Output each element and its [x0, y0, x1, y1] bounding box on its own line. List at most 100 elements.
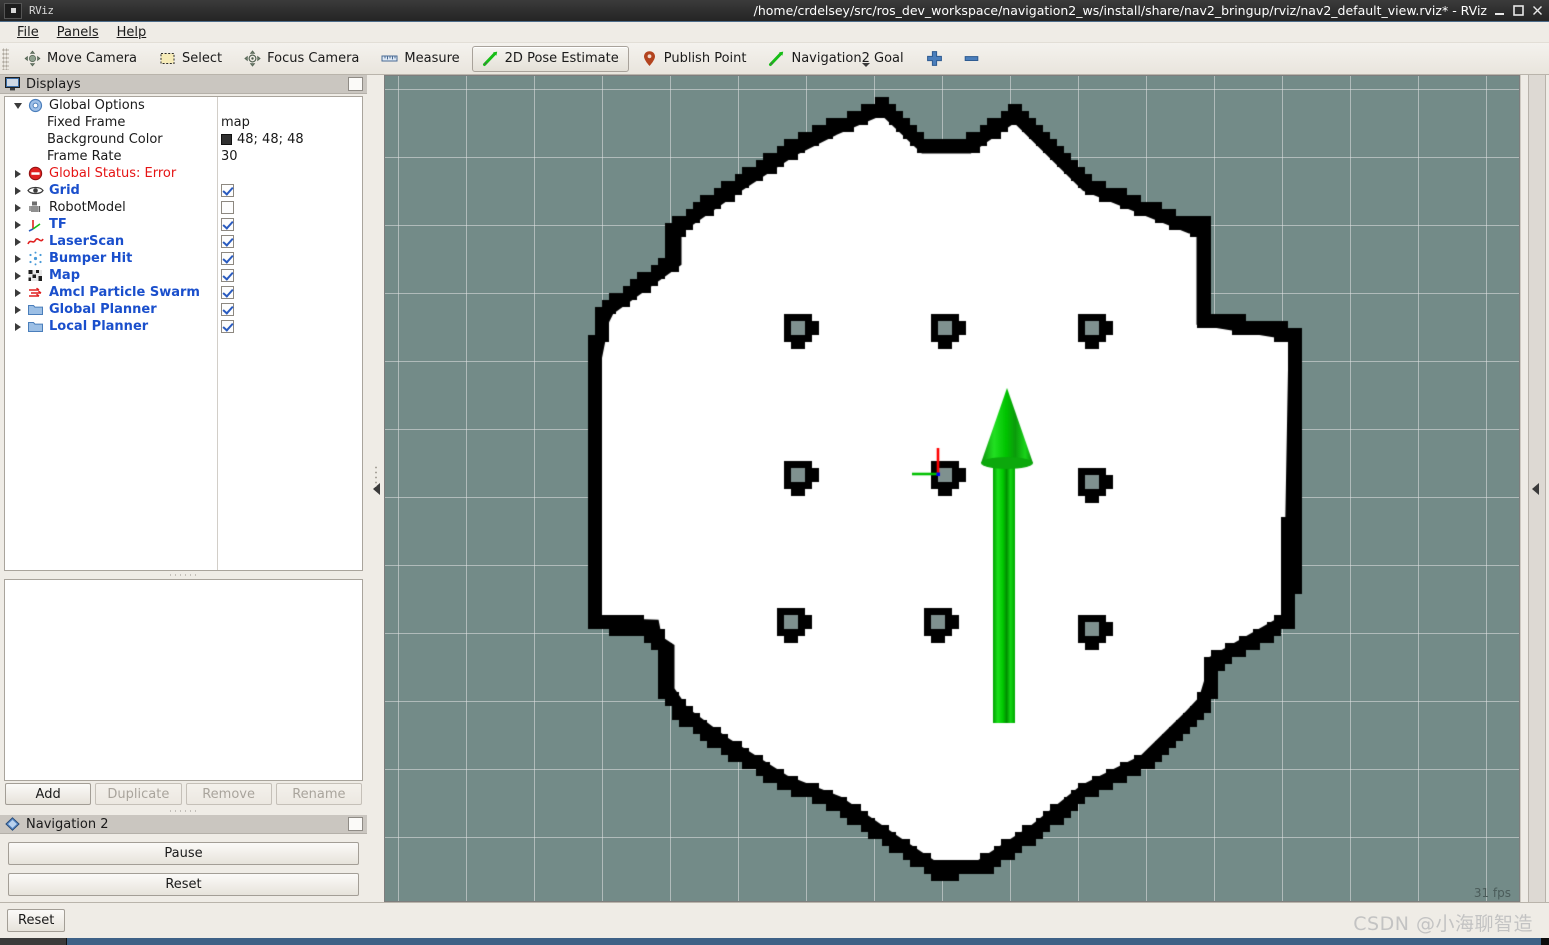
- tool-2d-pose-estimate[interactable]: 2D Pose Estimate: [471, 45, 629, 72]
- tree-row-map[interactable]: Map: [5, 267, 362, 284]
- tree-row-grid[interactable]: Grid: [5, 182, 362, 199]
- tree-label-global-status: Global Status: Error: [49, 166, 177, 181]
- particles-icon: [29, 287, 42, 297]
- remove-button[interactable]: Remove: [185, 783, 272, 805]
- navigation2-panel-close-button[interactable]: [348, 817, 363, 831]
- tree-label-local-planner: Local Planner: [49, 319, 149, 334]
- minimize-icon[interactable]: [1490, 1, 1509, 20]
- menu-help-label: Help: [116, 24, 147, 40]
- twisty-collapsed-icon[interactable]: [11, 170, 24, 178]
- checkbox-bumper-hit[interactable]: [221, 252, 234, 265]
- tool-select[interactable]: Select: [149, 46, 232, 72]
- tree-label-global-options: Global Options: [49, 98, 145, 113]
- checkbox-laserscan[interactable]: [221, 235, 234, 248]
- twisty-collapsed-icon[interactable]: [11, 289, 24, 297]
- duplicate-button[interactable]: Duplicate: [95, 783, 182, 805]
- menu-panels[interactable]: Panels: [48, 24, 108, 41]
- tool-measure[interactable]: Measure: [371, 46, 469, 72]
- tool-navigation2-goal[interactable]: Navigation2 Goal: [758, 46, 913, 72]
- left-dock-collapse-handle[interactable]: [368, 75, 384, 902]
- display-description-box: [4, 579, 363, 781]
- twisty-collapsed-icon[interactable]: [11, 221, 24, 229]
- toolbar-grip[interactable]: [2, 47, 9, 70]
- displays-panel-title: Displays: [26, 76, 81, 92]
- tool-move-camera[interactable]: Move Camera: [14, 46, 147, 72]
- minus-icon[interactable]: [962, 49, 981, 68]
- dock-splitter-handle[interactable]: [0, 806, 367, 815]
- tool-bar: Move Camera Select Focus Camera Measure …: [0, 43, 1549, 75]
- tree-row-global-status[interactable]: Global Status: Error: [5, 165, 362, 182]
- select-icon: [160, 53, 175, 64]
- collapse-left-arrow-icon[interactable]: [1531, 482, 1539, 495]
- menu-file-label: File: [17, 24, 39, 40]
- displays-panel-close-button[interactable]: [348, 77, 363, 91]
- tree-label-laserscan: LaserScan: [49, 234, 125, 249]
- checkbox-grid[interactable]: [221, 184, 234, 197]
- menu-help[interactable]: Help: [108, 24, 156, 41]
- navigation2-panel-body: Pause Reset: [0, 834, 367, 902]
- twisty-collapsed-icon[interactable]: [11, 306, 24, 314]
- plus-icon[interactable]: [925, 49, 944, 68]
- tree-row-global-planner[interactable]: Global Planner: [5, 301, 362, 318]
- splitter-dots-icon: [374, 464, 377, 487]
- tree-row-background-color[interactable]: Background Color 48; 48; 48: [5, 131, 362, 148]
- tool-focus-camera[interactable]: Focus Camera: [234, 46, 369, 72]
- tree-row-fixed-frame[interactable]: Fixed Frame map: [5, 114, 362, 131]
- pose-estimate-icon: [482, 51, 497, 66]
- navigation2-panel-title: Navigation 2: [26, 816, 109, 832]
- toolbar-overflow-chevron-down-icon[interactable]: [862, 63, 870, 67]
- tree-value-fixed-frame[interactable]: map: [221, 115, 250, 130]
- reset-button[interactable]: Reset: [8, 873, 359, 896]
- occupancy-map-render[interactable]: [385, 76, 1519, 886]
- tree-row-local-planner[interactable]: Local Planner: [5, 318, 362, 335]
- maximize-icon[interactable]: [1509, 1, 1528, 20]
- twisty-expanded-icon[interactable]: [11, 103, 24, 109]
- tool-publish-point[interactable]: Publish Point: [631, 46, 757, 72]
- status-bar: Reset CSDN @小海聊智造: [0, 902, 1549, 938]
- tree-row-tf[interactable]: TF: [5, 216, 362, 233]
- pause-button[interactable]: Pause: [8, 842, 359, 865]
- tree-row-amcl-particle-swarm[interactable]: Amcl Particle Swarm: [5, 284, 362, 301]
- checkbox-amcl-particle-swarm[interactable]: [221, 286, 234, 299]
- checkbox-map[interactable]: [221, 269, 234, 282]
- tree-value-background-color[interactable]: 48; 48; 48: [221, 132, 304, 147]
- tree-row-bumper-hit[interactable]: Bumper Hit: [5, 250, 362, 267]
- tree-label-frame-rate: Frame Rate: [47, 149, 122, 164]
- close-icon[interactable]: [1528, 1, 1547, 20]
- checkbox-local-planner[interactable]: [221, 320, 234, 333]
- twisty-collapsed-icon[interactable]: [11, 204, 24, 212]
- tree-splitter-handle[interactable]: [4, 571, 363, 579]
- render-view-3d[interactable]: 31 fps: [384, 75, 1520, 902]
- tree-row-robotmodel[interactable]: RobotModel: [5, 199, 362, 216]
- global-reset-button[interactable]: Reset: [7, 909, 66, 932]
- tree-row-laserscan[interactable]: LaserScan: [5, 233, 362, 250]
- tree-value-background-color-text: 48; 48; 48: [237, 132, 304, 147]
- twisty-collapsed-icon[interactable]: [11, 255, 24, 263]
- fps-label: 31 fps: [1473, 886, 1511, 900]
- tree-row-frame-rate[interactable]: Frame Rate 30: [5, 148, 362, 165]
- checkbox-global-planner[interactable]: [221, 303, 234, 316]
- menu-file[interactable]: File: [8, 24, 48, 41]
- tree-value-frame-rate[interactable]: 30: [221, 149, 238, 164]
- publish-point-icon: [643, 51, 655, 66]
- displays-tree[interactable]: Global Options Fixed Frame map Backgroun…: [4, 96, 363, 571]
- checkbox-robotmodel[interactable]: [221, 201, 234, 214]
- checkbox-tf[interactable]: [221, 218, 234, 231]
- twisty-collapsed-icon[interactable]: [11, 272, 24, 280]
- displays-panel-header: Displays: [0, 75, 367, 94]
- tree-label-bumper-hit: Bumper Hit: [49, 251, 133, 266]
- window-controls: [1490, 1, 1547, 20]
- title-bar: RViz /home/crdelsey/src/ros_dev_workspac…: [0, 0, 1549, 22]
- main-body: Displays Global Options Fixed Frame map …: [0, 75, 1549, 902]
- tree-row-global-options[interactable]: Global Options: [5, 97, 362, 114]
- twisty-collapsed-icon[interactable]: [11, 238, 24, 246]
- add-button[interactable]: Add: [5, 783, 92, 805]
- rename-button[interactable]: Rename: [275, 783, 362, 805]
- gear-icon: [28, 98, 43, 113]
- right-dock-collapse-handle[interactable]: [1520, 75, 1549, 902]
- error-icon: [28, 166, 43, 181]
- twisty-collapsed-icon[interactable]: [11, 187, 24, 195]
- measure-icon: [381, 55, 398, 62]
- twisty-collapsed-icon[interactable]: [11, 323, 24, 331]
- tree-label-robotmodel: RobotModel: [49, 200, 126, 215]
